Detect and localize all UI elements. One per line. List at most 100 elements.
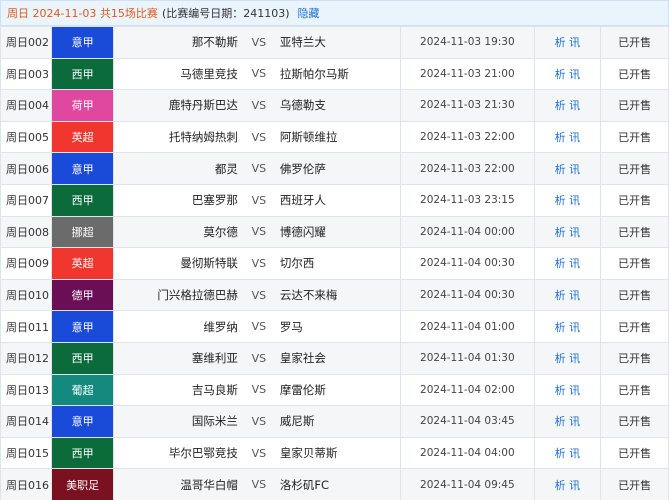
league-badge[interactable]: 葡超 — [52, 375, 113, 405]
home-team[interactable]: 温哥华白帽 — [114, 477, 245, 493]
league-cell: 荷甲 — [51, 89, 114, 122]
away-team[interactable]: 洛杉矶FC — [272, 477, 400, 493]
analysis-news-link[interactable]: 析 讯 — [533, 373, 602, 407]
teams-cell: 那不勒斯 VS 亚特兰大 — [112, 26, 402, 59]
away-team[interactable]: 摩雷伦斯 — [272, 382, 400, 398]
match-row: 周日012 西甲 塞维利亚 VS 皇家社会 2024-11-04 01:30 析 讯已开售 — [0, 341, 669, 375]
match-number: 周日004 — [0, 89, 53, 122]
analysis-news-link[interactable]: 析 讯 — [533, 152, 602, 185]
match-row: 周日007 西甲 巴塞罗那 VS 西班牙人 2024-11-03 23:15 析 讯已开售 — [0, 183, 669, 217]
analysis-news-link[interactable]: 析 讯 — [533, 26, 602, 59]
away-team[interactable]: 切尔西 — [272, 255, 400, 271]
home-team[interactable]: 塞维利亚 — [114, 350, 245, 366]
sale-status: 已开售 — [600, 373, 669, 407]
away-team[interactable]: 乌德勒支 — [272, 97, 400, 113]
analysis-news-link[interactable]: 析 讯 — [533, 310, 602, 343]
league-cell: 西甲 — [51, 57, 114, 91]
teams-cell: 门兴格拉德巴赫 VS 云达不来梅 — [112, 278, 402, 312]
analysis-news-link[interactable]: 析 讯 — [533, 89, 602, 122]
away-team[interactable]: 拉斯帕尔马斯 — [272, 66, 400, 82]
home-team[interactable]: 鹿特丹斯巴达 — [114, 97, 245, 113]
league-badge[interactable]: 德甲 — [52, 280, 113, 310]
home-team[interactable]: 马德里竞技 — [114, 66, 245, 82]
home-team[interactable]: 国际米兰 — [114, 413, 245, 429]
home-team[interactable]: 门兴格拉德巴赫 — [114, 287, 245, 303]
analysis-news-link[interactable]: 析 讯 — [533, 278, 602, 312]
vs-label: VS — [251, 320, 267, 334]
vs-label: VS — [251, 130, 267, 144]
sale-status: 已开售 — [600, 57, 669, 91]
analysis-news-link[interactable]: 析 讯 — [533, 215, 602, 249]
hide-link[interactable]: 隐藏 — [298, 5, 320, 21]
league-cell: 西甲 — [51, 436, 114, 470]
league-badge[interactable]: 美职足 — [52, 469, 113, 500]
league-badge[interactable]: 意甲 — [52, 406, 113, 437]
analysis-news-link[interactable]: 析 讯 — [533, 405, 602, 438]
away-team[interactable]: 西班牙人 — [272, 192, 400, 208]
away-team[interactable]: 云达不来梅 — [272, 287, 400, 303]
teams-cell: 吉马良斯 VS 摩雷伦斯 — [112, 373, 402, 407]
analysis-news-link[interactable]: 析 讯 — [533, 183, 602, 217]
analysis-news-link[interactable]: 析 讯 — [533, 468, 602, 500]
match-count: 共15场比赛 — [99, 7, 158, 20]
match-list-panel: 周日 2024-11-03 共15场比赛 (比赛编号日期：241103) 隐藏 周日… — [0, 0, 669, 500]
analysis-news-link[interactable]: 析 讯 — [533, 120, 602, 154]
away-team[interactable]: 佛罗伦萨 — [272, 161, 400, 177]
away-team[interactable]: 博德闪耀 — [272, 224, 400, 240]
vs-label: VS — [251, 162, 267, 176]
home-team[interactable]: 毕尔巴鄂竞技 — [114, 445, 245, 461]
sale-status: 已开售 — [600, 405, 669, 438]
home-team[interactable]: 巴塞罗那 — [114, 192, 245, 208]
away-team[interactable]: 皇家社会 — [272, 350, 400, 366]
league-badge[interactable]: 意甲 — [52, 27, 113, 58]
match-number: 周日009 — [0, 247, 53, 280]
league-badge[interactable]: 西甲 — [52, 343, 113, 374]
league-badge[interactable]: 荷甲 — [52, 90, 113, 121]
match-time: 2024-11-04 01:30 — [400, 341, 535, 375]
league-badge[interactable]: 西甲 — [52, 438, 113, 468]
match-time: 2024-11-04 00:00 — [400, 215, 535, 249]
match-time: 2024-11-03 22:00 — [400, 120, 535, 154]
league-badge[interactable]: 西甲 — [52, 59, 113, 89]
home-team[interactable]: 曼彻斯特联 — [114, 255, 245, 271]
league-cell: 美职足 — [51, 468, 114, 500]
away-team[interactable]: 皇家贝蒂斯 — [272, 445, 400, 461]
league-badge[interactable]: 意甲 — [52, 311, 113, 342]
league-badge[interactable]: 英超 — [52, 248, 113, 279]
away-team[interactable]: 阿斯顿维拉 — [272, 129, 400, 145]
league-badge[interactable]: 西甲 — [52, 185, 113, 216]
analysis-news-link[interactable]: 析 讯 — [533, 57, 602, 91]
sale-status: 已开售 — [600, 247, 669, 280]
analysis-news-link[interactable]: 析 讯 — [533, 436, 602, 470]
teams-cell: 曼彻斯特联 VS 切尔西 — [112, 247, 402, 280]
home-team[interactable]: 维罗纳 — [114, 319, 245, 335]
league-cell: 葡超 — [51, 373, 114, 407]
match-number: 周日006 — [0, 152, 53, 185]
league-badge[interactable]: 挪超 — [52, 217, 113, 247]
sale-status: 已开售 — [600, 468, 669, 500]
home-team[interactable]: 吉马良斯 — [114, 382, 245, 398]
match-row: 周日016 美职足 温哥华白帽 VS 洛杉矶FC 2024-11-04 09:45 析 讯已… — [0, 468, 669, 500]
away-team[interactable]: 亚特兰大 — [272, 34, 400, 50]
teams-cell: 托特纳姆热刺 VS 阿斯顿维拉 — [112, 120, 402, 154]
match-number: 周日014 — [0, 405, 53, 438]
league-cell: 西甲 — [51, 183, 114, 217]
home-team[interactable]: 莫尔德 — [114, 224, 245, 240]
analysis-news-link[interactable]: 析 讯 — [533, 341, 602, 375]
home-team[interactable]: 都灵 — [114, 161, 245, 177]
away-team[interactable]: 罗马 — [272, 319, 400, 335]
league-badge[interactable]: 意甲 — [52, 153, 113, 184]
away-team[interactable]: 威尼斯 — [272, 413, 400, 429]
home-team[interactable]: 那不勒斯 — [114, 34, 245, 50]
home-team[interactable]: 托特纳姆热刺 — [114, 129, 245, 145]
league-badge[interactable]: 英超 — [52, 122, 113, 152]
match-row: 周日014 意甲 国际米兰 VS 威尼斯 2024-11-04 03:45 析 讯已开售 — [0, 405, 669, 438]
analysis-news-link[interactable]: 析 讯 — [533, 247, 602, 280]
match-row: 周日008 挪超 莫尔德 VS 博德闪耀 2024-11-04 00:00 析 讯已开售 — [0, 215, 669, 249]
match-time: 2024-11-03 22:00 — [400, 152, 535, 185]
match-row: 周日002 意甲 那不勒斯 VS 亚特兰大 2024-11-03 19:30 析 讯已开售 — [0, 26, 669, 59]
match-row: 周日003 西甲 马德里竞技 VS 拉斯帕尔马斯 2024-11-03 21:00 析 讯已… — [0, 57, 669, 91]
match-row: 周日009 英超 曼彻斯特联 VS 切尔西 2024-11-04 00:30 析 讯已开售 — [0, 247, 669, 280]
match-row: 周日006 意甲 都灵 VS 佛罗伦萨 2024-11-03 22:00 析 讯已开售 — [0, 152, 669, 185]
vs-label: VS — [251, 67, 267, 81]
